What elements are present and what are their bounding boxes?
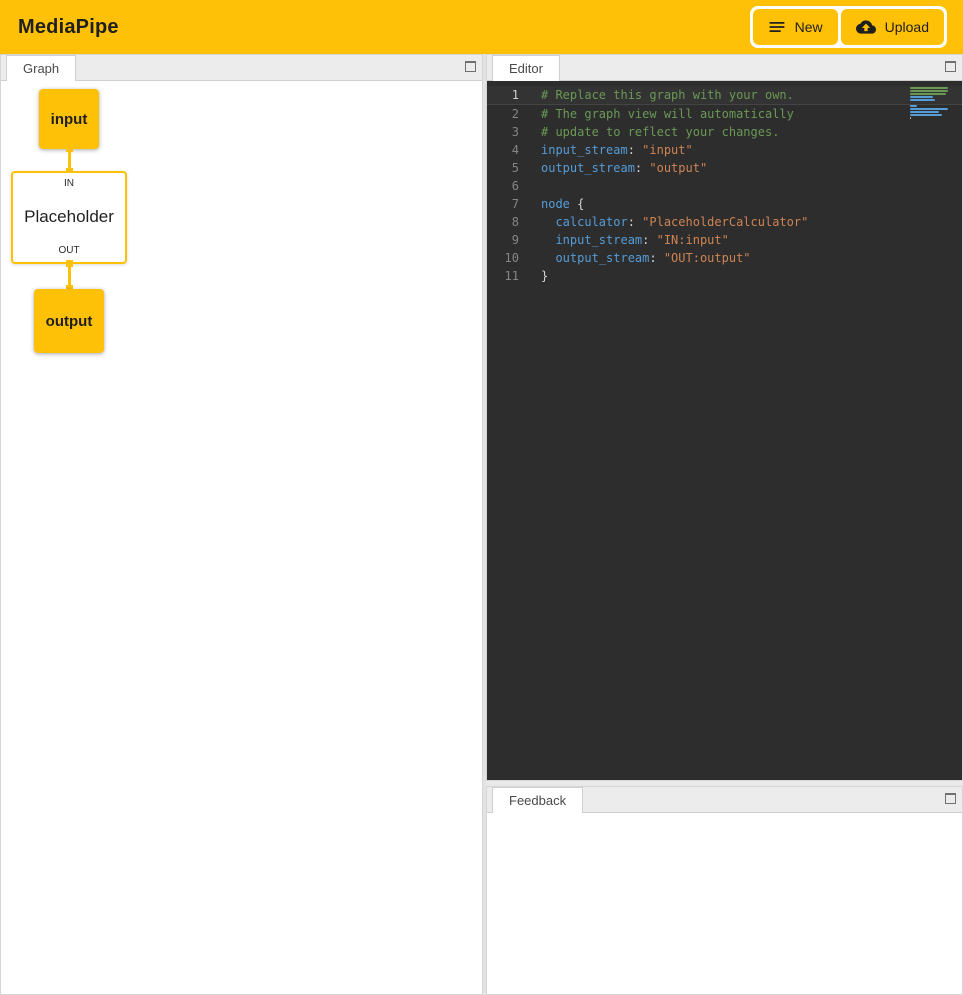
editor-panel: Editor 1# Replace this graph with your o…	[486, 54, 963, 781]
feedback-panel: Feedback	[486, 786, 963, 995]
code-text: output_stream: "OUT:output"	[527, 249, 751, 267]
code-text	[527, 177, 541, 195]
code-line[interactable]: 11}	[487, 267, 962, 285]
code-line[interactable]: 2# The graph view will automatically	[487, 105, 962, 123]
app-title: MediaPipe	[18, 16, 119, 39]
line-number: 9	[487, 231, 527, 249]
editor-tabbar: Editor	[487, 55, 962, 81]
code-line[interactable]: 8 calculator: "PlaceholderCalculator"	[487, 213, 962, 231]
placeholder-label: Placeholder	[24, 207, 114, 227]
graph-canvas[interactable]: input IN Placeholder OUT	[1, 81, 482, 994]
graph-node-output-label: output	[46, 313, 93, 330]
line-number: 8	[487, 213, 527, 231]
graph-node-input[interactable]: input	[39, 89, 99, 149]
main-area: Graph input IN Placeholder OUT	[0, 54, 963, 995]
graph-column: Graph input IN Placeholder OUT	[0, 54, 483, 995]
header-actions: New Upload	[750, 6, 947, 48]
right-column: Editor 1# Replace this graph with your o…	[486, 54, 963, 995]
edge-wire	[68, 152, 71, 168]
line-number: 10	[487, 249, 527, 267]
code-line[interactable]: 6	[487, 177, 962, 195]
code-line[interactable]: 9 input_stream: "IN:input"	[487, 231, 962, 249]
feedback-maximize-icon[interactable]	[945, 793, 956, 804]
line-number: 6	[487, 177, 527, 195]
tab-editor[interactable]: Editor	[492, 55, 560, 81]
tab-feedback[interactable]: Feedback	[492, 787, 583, 813]
code-line[interactable]: 3# update to reflect your changes.	[487, 123, 962, 141]
graph-node-input-label: input	[51, 111, 88, 128]
app-header: MediaPipe New Upload	[0, 0, 963, 54]
code-text: # update to reflect your changes.	[527, 123, 779, 141]
line-number: 3	[487, 123, 527, 141]
placeholder-out-port: OUT	[58, 245, 79, 256]
code-text: node {	[527, 195, 584, 213]
feedback-content	[487, 813, 962, 994]
code-text: # The graph view will automatically	[527, 105, 794, 123]
editor-content[interactable]: 1# Replace this graph with your own.2# T…	[487, 81, 962, 780]
code-text: # Replace this graph with your own.	[527, 86, 794, 104]
edge-port-dot	[66, 260, 73, 267]
code-text: }	[527, 267, 548, 285]
line-number: 4	[487, 141, 527, 159]
editor-minimap[interactable]	[910, 87, 950, 120]
line-number: 11	[487, 267, 527, 285]
editor-maximize-icon[interactable]	[945, 61, 956, 72]
graph-panel: Graph input IN Placeholder OUT	[0, 54, 483, 995]
code-text: input_stream: "IN:input"	[527, 231, 729, 249]
code-line[interactable]: 1# Replace this graph with your own.	[487, 86, 962, 105]
line-number: 1	[487, 86, 527, 104]
line-number: 5	[487, 159, 527, 177]
graph-edge-placeholder-output	[65, 260, 73, 292]
feedback-tabbar: Feedback	[487, 787, 962, 813]
code-text: output_stream: "output"	[527, 159, 707, 177]
line-number: 2	[487, 105, 527, 123]
editor-code: 1# Replace this graph with your own.2# T…	[487, 86, 962, 285]
upload-button-label: Upload	[885, 19, 929, 35]
new-button-label: New	[795, 19, 823, 35]
code-line[interactable]: 10 output_stream: "OUT:output"	[487, 249, 962, 267]
placeholder-in-port: IN	[64, 178, 74, 189]
cloud-upload-icon	[856, 17, 876, 37]
new-button[interactable]: New	[753, 9, 838, 45]
graph-node-placeholder[interactable]: IN Placeholder OUT	[11, 171, 127, 264]
line-number: 7	[487, 195, 527, 213]
code-text: input_stream: "input"	[527, 141, 693, 159]
code-line[interactable]: 7node {	[487, 195, 962, 213]
graph-maximize-icon[interactable]	[465, 61, 476, 72]
graph-tabbar: Graph	[1, 55, 482, 81]
code-text: calculator: "PlaceholderCalculator"	[527, 213, 808, 231]
edge-wire	[68, 267, 71, 285]
tab-graph[interactable]: Graph	[6, 55, 76, 81]
code-line[interactable]: 4input_stream: "input"	[487, 141, 962, 159]
code-line[interactable]: 5output_stream: "output"	[487, 159, 962, 177]
edge-port-dot	[66, 145, 73, 152]
upload-button[interactable]: Upload	[841, 9, 944, 45]
graph-node-output[interactable]: output	[34, 289, 104, 353]
menu-icon	[768, 18, 786, 36]
